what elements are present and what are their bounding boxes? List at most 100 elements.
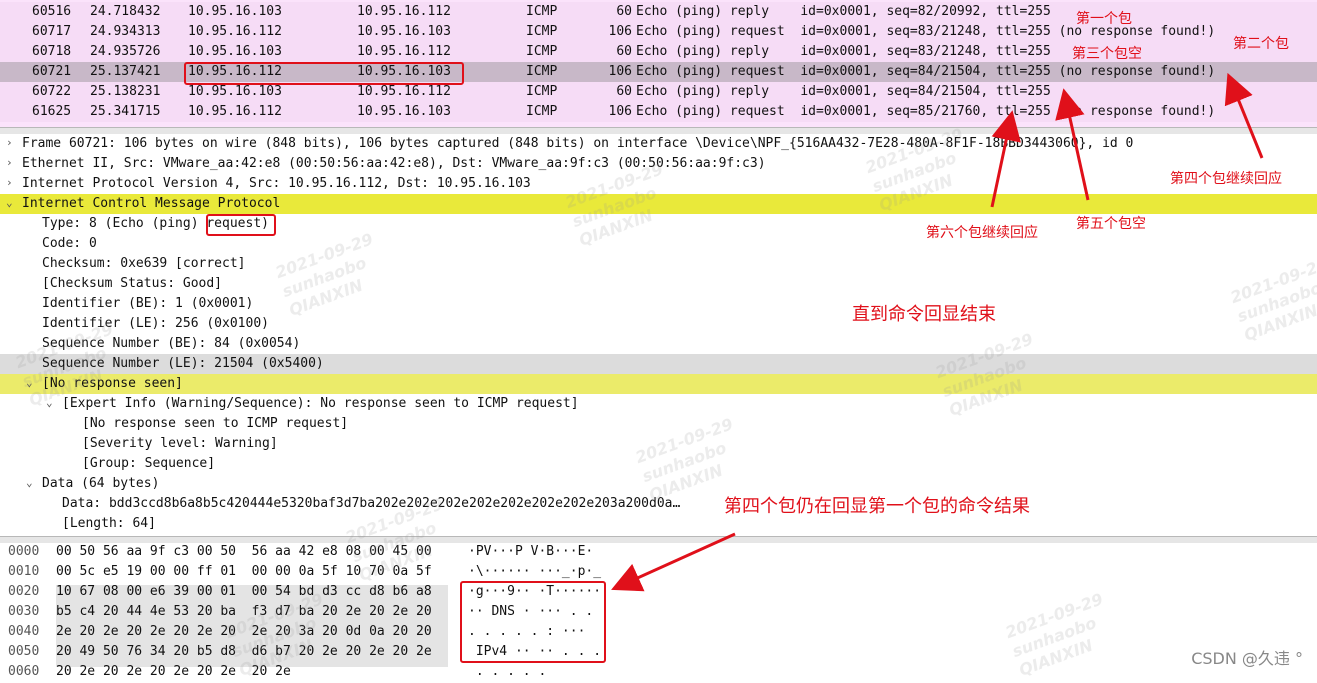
- packet-src: 10.95.16.112: [188, 104, 282, 119]
- expanded-chevron-icon[interactable]: ⌄: [46, 396, 53, 409]
- source-ip-highlight-box: [184, 62, 464, 85]
- hex-row[interactable]: 0000 00 50 56 aa 9f c3 00 50 56 aa 42 e8 …: [0, 543, 1317, 563]
- detail-row[interactable]: ⌄ Data (64 bytes): [0, 474, 1317, 494]
- detail-text: Internet Protocol Version 4, Src: 10.95.…: [22, 176, 531, 191]
- packet-time: 25.138231: [90, 84, 161, 99]
- annotation-fourth-packet-continues: 第四个包继续回应: [1170, 171, 1282, 187]
- packet-row[interactable]: 61625 25.341715 10.95.16.112 10.95.16.103 IC…: [0, 102, 1317, 122]
- detail-row[interactable]: [Checksum Status: Good]: [0, 274, 1317, 294]
- collapsed-chevron-icon[interactable]: ›: [6, 156, 13, 169]
- hex-offset: 0050: [8, 644, 40, 659]
- detail-text: [Group: Sequence]: [82, 456, 216, 471]
- detail-text: Identifier (LE): 256 (0x0100): [42, 316, 269, 331]
- detail-text: [No response seen to ICMP request]: [82, 416, 349, 431]
- detail-row[interactable]: Data: bdd3ccd8b6a8b5c420444e5320baf3d7ba…: [0, 494, 1317, 514]
- packet-proto: ICMP: [526, 64, 558, 79]
- ascii-bytes: ·\······ ···_·p·_: [468, 564, 602, 579]
- detail-text: [Checksum Status: Good]: [42, 276, 223, 291]
- request-type-highlight-box: [206, 214, 276, 236]
- detail-row[interactable]: Sequence Number (BE): 84 (0x0054): [0, 334, 1317, 354]
- hex-row[interactable]: 0040 2e 20 2e 20 2e 20 2e 20 2e 20 3a 20 …: [0, 623, 1317, 643]
- detail-text: Data: bdd3ccd8b6a8b5c420444e5320baf3d7ba…: [62, 496, 681, 511]
- packet-details-pane: › Frame 60721: 106 bytes on wire (848 bit…: [0, 134, 1317, 536]
- detail-row[interactable]: Code: 0: [0, 234, 1317, 254]
- detail-text: [No response seen]: [42, 376, 183, 391]
- detail-row[interactable]: Identifier (BE): 1 (0x0001): [0, 294, 1317, 314]
- detail-row[interactable]: Checksum: 0xe639 [correct]: [0, 254, 1317, 274]
- packet-time: 24.934313: [90, 24, 161, 39]
- detail-text: Data (64 bytes): [42, 476, 160, 491]
- expanded-chevron-icon[interactable]: ⌄: [6, 196, 13, 209]
- detail-text: Sequence Number (BE): 84 (0x0054): [42, 336, 301, 351]
- packet-proto: ICMP: [526, 4, 558, 19]
- packet-time: 24.935726: [90, 44, 161, 59]
- annotation-fifth-packet-empty: 第五个包空: [1076, 216, 1146, 232]
- detail-text: [Severity level: Warning]: [82, 436, 278, 451]
- packet-info: Echo (ping) reply id=0x0001, seq=82/2099…: [636, 4, 1051, 19]
- detail-row[interactable]: ⌄ [No response seen]: [0, 374, 1317, 394]
- collapsed-chevron-icon[interactable]: ›: [6, 176, 13, 189]
- annotation-second-packet: 第二个包: [1233, 36, 1289, 52]
- detail-row[interactable]: › Internet Protocol Version 4, Src: 10.95…: [0, 174, 1317, 194]
- annotation-first-packet: 第一个包: [1076, 11, 1132, 27]
- hex-bytes: 2e 20 2e 20 2e 20 2e 20 2e 20 3a 20 0d 0…: [56, 624, 432, 639]
- packet-proto: ICMP: [526, 24, 558, 39]
- detail-row[interactable]: Identifier (LE): 256 (0x0100): [0, 314, 1317, 334]
- collapsed-chevron-icon[interactable]: ›: [6, 136, 13, 149]
- detail-row[interactable]: [No response seen to ICMP request]: [0, 414, 1317, 434]
- annotation-sixth-packet-continues: 第六个包继续回应: [926, 225, 1038, 241]
- detail-row[interactable]: ⌄ [Expert Info (Warning/Sequence): No res…: [0, 394, 1317, 414]
- hex-row[interactable]: 0010 00 5c e5 19 00 00 ff 01 00 00 0a 5f …: [0, 563, 1317, 583]
- detail-row[interactable]: › Frame 60721: 106 bytes on wire (848 bit…: [0, 134, 1317, 154]
- packet-dst: 10.95.16.112: [357, 84, 451, 99]
- detail-row[interactable]: ⌄ Internet Control Message Protocol: [0, 194, 1317, 214]
- detail-text: [Expert Info (Warning/Sequence): No resp…: [62, 396, 579, 411]
- detail-row[interactable]: Sequence Number (LE): 21504 (0x5400): [0, 354, 1317, 374]
- csdn-credit: CSDN @久违 °: [1191, 649, 1303, 668]
- detail-row[interactable]: [Group: Sequence]: [0, 454, 1317, 474]
- hex-bytes: 20 49 50 76 34 20 b5 d8 d6 b7 20 2e 20 2…: [56, 644, 432, 659]
- packet-time: 25.341715: [90, 104, 161, 119]
- hex-offset: 0040: [8, 624, 40, 639]
- hex-row[interactable]: 0030 b5 c4 20 44 4e 53 20 ba f3 d7 ba 20 …: [0, 603, 1317, 623]
- packet-info: Echo (ping) request id=0x0001, seq=84/21…: [636, 64, 1216, 79]
- packet-len: 60: [616, 84, 632, 99]
- packet-bytes-pane: 0000 00 50 56 aa 9f c3 00 50 56 aa 42 e8 …: [0, 543, 1317, 679]
- packet-proto: ICMP: [526, 104, 558, 119]
- hex-bytes: 00 50 56 aa 9f c3 00 50 56 aa 42 e8 08 0…: [56, 544, 432, 559]
- hex-offset: 0010: [8, 564, 40, 579]
- packet-no: 60722: [32, 84, 72, 99]
- packet-dst: 10.95.16.112: [357, 44, 451, 59]
- packet-info: Echo (ping) reply id=0x0001, seq=83/2124…: [636, 44, 1051, 59]
- packet-info: Echo (ping) request id=0x0001, seq=85/21…: [636, 104, 1216, 119]
- hex-row[interactable]: 0060 20 2e 20 2e 20 2e 20 2e 20 2e . . . …: [0, 663, 1317, 683]
- hex-row[interactable]: 0020 10 67 08 00 e6 39 00 01 00 54 bd d3 …: [0, 583, 1317, 603]
- detail-text: Ethernet II, Src: VMware_aa:42:e8 (00:50…: [22, 156, 766, 171]
- hex-bytes: 10 67 08 00 e6 39 00 01 00 54 bd d3 cc d…: [56, 584, 432, 599]
- detail-text: [Length: 64]: [62, 516, 156, 531]
- packet-row[interactable]: 60722 25.138231 10.95.16.103 10.95.16.112 IC…: [0, 82, 1317, 102]
- packet-len: 106: [608, 64, 632, 79]
- detail-text: Checksum: 0xe639 [correct]: [42, 256, 246, 271]
- packet-no: 60718: [32, 44, 72, 59]
- hex-row[interactable]: 0050 20 49 50 76 34 20 b5 d8 d6 b7 20 2e …: [0, 643, 1317, 663]
- detail-text: Frame 60721: 106 bytes on wire (848 bits…: [22, 136, 1134, 151]
- packet-info: Echo (ping) reply id=0x0001, seq=84/2150…: [636, 84, 1051, 99]
- expanded-chevron-icon[interactable]: ⌄: [26, 476, 33, 489]
- packet-len: 106: [608, 24, 632, 39]
- packet-proto: ICMP: [526, 84, 558, 99]
- packet-dst: 10.95.16.112: [357, 4, 451, 19]
- detail-row[interactable]: [Length: 64]: [0, 514, 1317, 534]
- detail-text: Internet Control Message Protocol: [22, 196, 281, 211]
- detail-row[interactable]: › Ethernet II, Src: VMware_aa:42:e8 (00:5…: [0, 154, 1317, 174]
- ascii-bytes: ·PV···P V·B···E·: [468, 544, 594, 559]
- packet-dst: 10.95.16.103: [357, 104, 451, 119]
- packet-time: 24.718432: [90, 4, 161, 19]
- hex-offset: 0030: [8, 604, 40, 619]
- packet-src: 10.95.16.103: [188, 44, 282, 59]
- expanded-chevron-icon[interactable]: ⌄: [26, 376, 33, 389]
- packet-src: 10.95.16.103: [188, 4, 282, 19]
- packet-src: 10.95.16.103: [188, 84, 282, 99]
- packet-no: 60516: [32, 4, 72, 19]
- detail-row[interactable]: [Severity level: Warning]: [0, 434, 1317, 454]
